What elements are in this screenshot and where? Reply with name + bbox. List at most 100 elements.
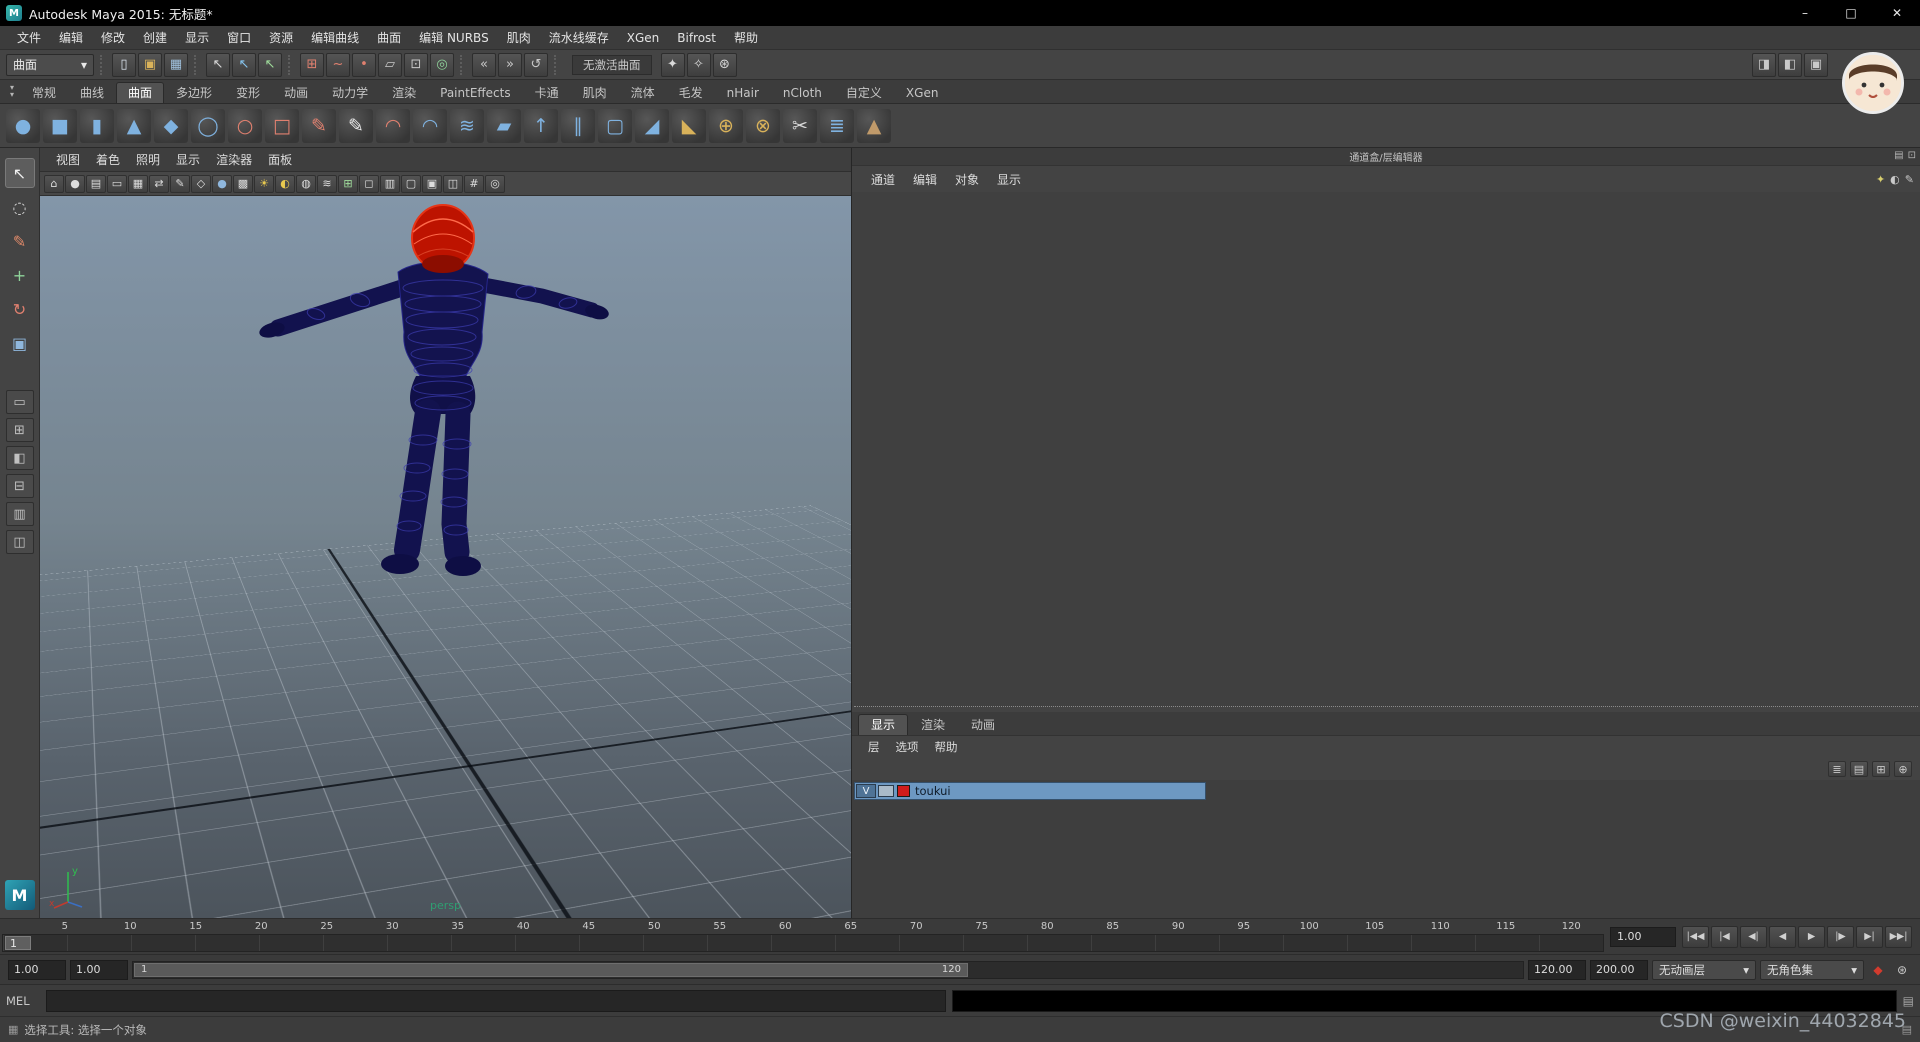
shelf-tab[interactable]: 卡通	[523, 82, 571, 103]
boundary-icon[interactable]: ▢	[598, 108, 632, 143]
layer-editor-menu-item[interactable]: 选项	[888, 739, 927, 755]
render-settings-icon[interactable]: ⊛	[712, 52, 737, 77]
sculpt-geometry-icon[interactable]: ▲	[857, 108, 891, 143]
channel-box-toggle-icon[interactable]: ▣	[1804, 52, 1828, 77]
step-back-frame-button[interactable]: |◀	[1711, 925, 1738, 948]
rotate-tool[interactable]: ↻	[5, 294, 35, 324]
viewport-3d-view[interactable]: y x persp	[40, 196, 851, 918]
playback-range-bar[interactable]: 1 120	[134, 962, 968, 977]
shelf-tab[interactable]: 动画	[272, 82, 320, 103]
nurbs-cylinder-icon[interactable]: ▮	[80, 108, 114, 143]
layer-editor-tab[interactable]: 渲染	[908, 714, 958, 735]
snap-view-icon[interactable]: ⊡	[404, 52, 428, 77]
xray-icon[interactable]: ◎	[485, 174, 505, 193]
ep-curve-tool-icon[interactable]: ✎	[302, 108, 336, 143]
menubar-item[interactable]: 曲面	[368, 26, 410, 50]
shelf-tab[interactable]: 曲面	[116, 82, 165, 103]
bookmark-icon[interactable]: ▭	[107, 174, 127, 193]
layer-playback-toggle[interactable]	[878, 785, 894, 797]
shelf-menu-icon[interactable]: ▾ ▾	[4, 84, 20, 103]
time-slider-track[interactable]: 5 10 15 20 25 30 35 40 45 50 55 60 65 70 75 80 85 90 95 100…	[2, 919, 1604, 954]
animation-start-field[interactable]: 1.00	[8, 959, 66, 980]
menubar-item[interactable]: 帮助	[725, 26, 767, 50]
maya-logo-icon[interactable]: M	[4, 880, 35, 910]
play-backwards-button[interactable]: ◀	[1769, 925, 1796, 948]
new-empty-layer-icon[interactable]: ⊞	[1872, 761, 1890, 777]
shelf-tab[interactable]: 曲线	[68, 82, 116, 103]
lasso-select-tool[interactable]: ◌	[5, 192, 35, 222]
textured-mode-icon[interactable]: ▩	[233, 174, 253, 193]
extrude-icon[interactable]: ↑	[524, 108, 558, 143]
character-model[interactable]	[250, 200, 610, 600]
viewport-menu-item[interactable]: 视图	[48, 151, 88, 168]
nurbs-circle-icon[interactable]: ○	[228, 108, 262, 143]
scale-tool[interactable]: ▣	[5, 328, 35, 358]
toolbar-separator[interactable]	[194, 54, 200, 75]
layout-hypershade-persp-button[interactable]: ▥	[5, 502, 34, 526]
input-connections-icon[interactable]: «	[472, 52, 496, 77]
channel-edit-icon[interactable]: ✎	[1905, 173, 1914, 186]
select-hierarchy-icon[interactable]: ↖	[206, 52, 230, 77]
shelf-tab[interactable]: XGen	[894, 82, 951, 103]
two-d-pan-zoom-icon[interactable]: ⇄	[149, 174, 169, 193]
shelf-tab[interactable]: 肌肉	[571, 82, 619, 103]
shelf-tab[interactable]: nCloth	[771, 82, 834, 103]
pane-menu-icon[interactable]: ▤	[1894, 150, 1903, 161]
go-to-start-button[interactable]: |◀◀	[1682, 925, 1709, 948]
hyperbolic-spread-icon[interactable]: ◐	[1890, 173, 1900, 186]
channel-box-empty-area[interactable]	[852, 192, 1920, 706]
menubar-item[interactable]: XGen	[618, 26, 669, 50]
gate-mask-icon[interactable]: ▣	[422, 174, 442, 193]
nurbs-torus-icon[interactable]: ◯	[191, 108, 225, 143]
film-gate-icon[interactable]: ◫	[443, 174, 463, 193]
animation-end-field[interactable]: 200.00	[1590, 959, 1648, 980]
nurbs-square-icon[interactable]: □	[265, 108, 299, 143]
menubar-item[interactable]: 编辑曲线	[302, 26, 368, 50]
layer-row[interactable]: V toukui	[854, 782, 1206, 800]
new-layer-from-selected-icon[interactable]: ⊕	[1894, 761, 1912, 777]
command-line-label[interactable]: MEL	[6, 994, 40, 1008]
construction-history-icon[interactable]: ↺	[524, 52, 548, 77]
play-forwards-button[interactable]: ▶	[1798, 925, 1825, 948]
menubar-item[interactable]: 资源	[260, 26, 302, 50]
new-scene-icon[interactable]: ▯	[112, 52, 136, 77]
layer-editor-tab[interactable]: 显示	[858, 714, 909, 735]
hud-icon[interactable]: #	[464, 174, 484, 193]
viewport-menu-item[interactable]: 面板	[260, 151, 300, 168]
anim-layer-dropdown[interactable]: 无动画层 ▾	[1652, 959, 1756, 980]
select-object-icon[interactable]: ↖	[232, 52, 256, 77]
viewport-menu-item[interactable]: 着色	[88, 151, 128, 168]
output-connections-icon[interactable]: »	[498, 52, 522, 77]
select-camera-icon[interactable]: ⌂	[44, 174, 64, 193]
animation-preferences-icon[interactable]: ⊛	[1892, 963, 1912, 977]
step-back-key-button[interactable]: ◀|	[1740, 925, 1767, 948]
three-point-arc-icon[interactable]: ◠	[376, 108, 410, 143]
shelf-tab[interactable]: 常规	[20, 82, 68, 103]
open-scene-icon[interactable]: ▣	[138, 52, 162, 77]
layer-editor-tab[interactable]: 动画	[958, 714, 1008, 735]
channel-box-menu-item[interactable]: 显示	[988, 171, 1030, 188]
layer-attributes-icon[interactable]: ▤	[1850, 761, 1868, 777]
revolve-icon[interactable]: ◠	[413, 108, 447, 143]
shelf-tab[interactable]: 毛发	[667, 82, 715, 103]
grease-pencil-icon[interactable]: ✎	[170, 174, 190, 193]
use-all-lights-icon[interactable]: ☀	[254, 174, 274, 193]
nurbs-cube-icon[interactable]: ■	[43, 108, 77, 143]
layout-persp-split-button[interactable]: ◫	[5, 530, 34, 554]
make-live-icon[interactable]: ◎	[430, 52, 454, 77]
snap-point-icon[interactable]: •	[352, 52, 376, 77]
shelf-tab[interactable]: nHair	[715, 82, 771, 103]
move-tool[interactable]: +	[5, 260, 35, 290]
planar-icon[interactable]: ▰	[487, 108, 521, 143]
command-input[interactable]	[46, 989, 946, 1012]
smooth-shade-icon[interactable]: ●	[212, 174, 232, 193]
menubar-item[interactable]: 编辑	[50, 26, 92, 50]
shelf-tab[interactable]: 渲染	[380, 82, 428, 103]
menubar-item[interactable]: 肌肉	[498, 26, 540, 50]
layer-visibility-toggle[interactable]: V	[856, 784, 876, 798]
playback-start-field[interactable]: 1.00	[70, 959, 128, 980]
trim-tool-icon[interactable]: ✂	[783, 108, 817, 143]
screen-space-ao-icon[interactable]: ◍	[296, 174, 316, 193]
menubar-item[interactable]: 显示	[176, 26, 218, 50]
tool-settings-toggle-icon[interactable]: ◧	[1778, 52, 1802, 77]
